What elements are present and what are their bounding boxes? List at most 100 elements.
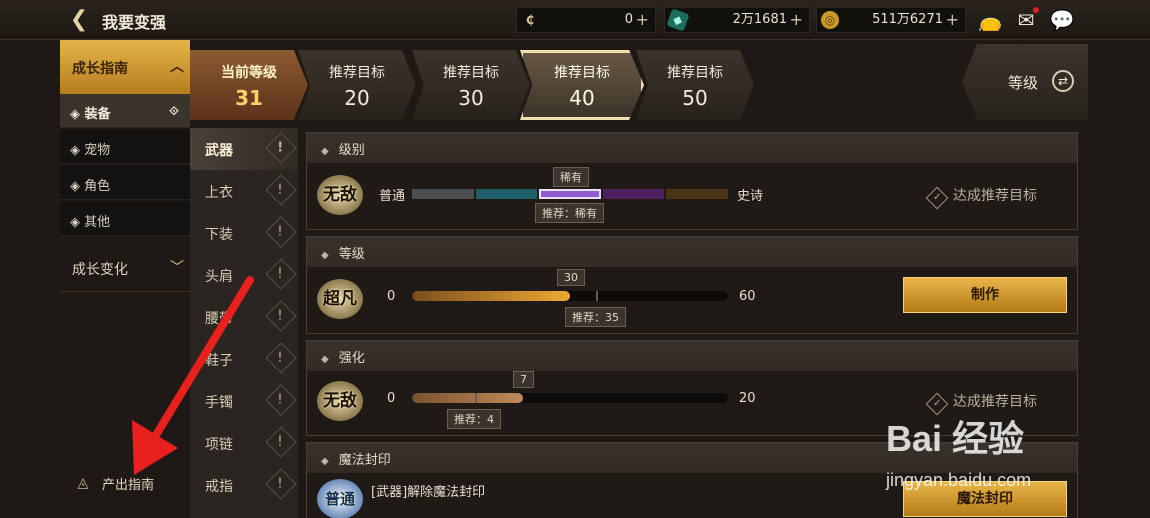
- sidebar-item-label: 其他: [84, 215, 111, 230]
- enhance-badge: 无敌: [317, 381, 363, 421]
- slot-label: 项链: [205, 437, 233, 453]
- source-guide-button[interactable]: ◬ 产出指南: [72, 470, 182, 496]
- sidebar-item-other[interactable]: ◈ 其他: [60, 202, 190, 236]
- enhance-recommend-tip: 推荐：4: [447, 409, 501, 429]
- sidebar-item-label: 装备: [84, 107, 111, 122]
- slot-shoes[interactable]: 鞋子 !: [190, 338, 298, 380]
- currency-coupon: ₵ 0 +: [516, 7, 656, 33]
- currency-value: 511万6271: [872, 12, 943, 27]
- slot-top[interactable]: 上衣 !: [190, 170, 298, 212]
- slot-label: 下装: [205, 227, 233, 243]
- card-title: ◆ 等级: [321, 247, 365, 262]
- card-title: ◆ 魔法封印: [321, 453, 391, 468]
- slot-label: 武器: [205, 143, 233, 159]
- slot-belt[interactable]: 腰带 !: [190, 296, 298, 338]
- rarity-current-tip: 稀有: [553, 167, 589, 187]
- level-progress-track: [412, 291, 728, 301]
- alert-icon: !: [265, 384, 297, 416]
- add-currency-button[interactable]: +: [790, 8, 803, 32]
- card-body: 无敌 普通 稀有 推荐：稀有 史诗 ✓ 达成推荐目标: [307, 163, 1077, 229]
- slot-label: 手镯: [205, 395, 233, 411]
- check-diamond-icon: ✓: [925, 186, 949, 210]
- card-title-text: 级别: [338, 143, 365, 158]
- alert-icon: !: [265, 216, 297, 248]
- sidebar-item-equipment[interactable]: ◈ 装备 ⟐: [60, 94, 190, 128]
- slot-weapon[interactable]: 武器 !: [190, 128, 298, 170]
- slot-ring[interactable]: 戒指 !: [190, 464, 298, 506]
- level-badge: 超凡: [317, 279, 363, 319]
- alert-icon: !: [265, 342, 297, 374]
- sidebar-item-pet[interactable]: ◈ 宠物: [60, 130, 190, 164]
- rarity-segment: [412, 189, 474, 199]
- craft-button[interactable]: 制作: [903, 277, 1067, 313]
- slot-label: 腰带: [205, 311, 233, 327]
- watermark-brand: Bai 经验: [886, 418, 1025, 459]
- add-currency-button[interactable]: +: [636, 8, 649, 32]
- goal-achieved-label: 达成推荐目标: [953, 188, 1037, 204]
- alert-icon: !: [265, 300, 297, 332]
- rarity-segment: [539, 189, 601, 199]
- alert-icon: !: [265, 426, 297, 458]
- level-recommend-marker: [596, 291, 599, 301]
- nav-group-growth-change[interactable]: 成长变化 ﹀: [60, 246, 190, 292]
- card-title: ◆ 强化: [321, 351, 365, 366]
- coupon-icon: ₵: [525, 13, 535, 27]
- tab-value: 40: [569, 86, 595, 110]
- equipment-slot-list: 武器 ! 上衣 ! 下装 ! 头肩 ! 腰带 ! 鞋子 ! 手镯 ! 项链 ! …: [190, 128, 298, 518]
- nav-group-growth-guide[interactable]: 成长指南 ︿: [60, 40, 190, 94]
- sidebar-item-label: 宠物: [84, 143, 111, 158]
- slot-label: 上衣: [205, 185, 233, 201]
- tab-value: 31: [235, 86, 263, 110]
- slot-shoulder[interactable]: 头肩 !: [190, 254, 298, 296]
- tab-label: 推荐目标: [329, 65, 385, 81]
- slot-bracelet[interactable]: 手镯 !: [190, 380, 298, 422]
- level-current-tip: 30: [557, 269, 585, 286]
- alert-icon: !: [265, 174, 297, 206]
- rarity-max-label: 史诗: [737, 189, 764, 204]
- enhance-progress-fill: [412, 393, 523, 403]
- currency-gem: ◆ 2万1681 +: [664, 7, 810, 33]
- enhance-progress-track: [412, 393, 728, 403]
- level-min-label: 0: [387, 289, 396, 304]
- alert-icon: !: [265, 132, 297, 164]
- sidebar-item-character[interactable]: ◈ 角色: [60, 166, 190, 200]
- rarity-segment: [666, 189, 728, 199]
- seal-description: [武器]解除魔法封印: [371, 485, 486, 500]
- level-recommend-tip: 推荐：35: [565, 307, 626, 327]
- slot-bottom[interactable]: 下装 !: [190, 212, 298, 254]
- bag-icon[interactable]: 👝: [976, 6, 1004, 34]
- swap-icon: ⇄: [1052, 70, 1074, 92]
- card-title-text: 强化: [338, 351, 365, 366]
- tab-label: 推荐目标: [443, 65, 499, 81]
- slot-label: 头肩: [205, 269, 233, 285]
- currency-value: 2万1681: [732, 12, 787, 27]
- top-bar: ❮ 我要变强 ₵ 0 + ◆ 2万1681 + ◎ 511万6271 + 👝 ✉…: [0, 0, 1150, 40]
- rarity-min-label: 普通: [379, 189, 406, 204]
- tab-label: 当前等级: [221, 65, 277, 81]
- enhance-max-label: 20: [739, 391, 756, 406]
- rarity-card: ◆ 级别 无敌 普通 稀有 推荐：稀有 史诗 ✓ 达成推荐目标: [306, 132, 1078, 230]
- page-title: 我要变强: [102, 13, 167, 32]
- tab-target-30[interactable]: 推荐目标 30: [412, 50, 530, 120]
- slot-necklace[interactable]: 项链 !: [190, 422, 298, 464]
- tab-value: 20: [344, 86, 370, 110]
- add-currency-button[interactable]: +: [946, 8, 959, 32]
- alert-icon: !: [265, 258, 297, 290]
- tab-target-20[interactable]: 推荐目标 20: [298, 50, 416, 120]
- notification-dot: [1033, 7, 1039, 13]
- tab-target-40[interactable]: 推荐目标 40: [520, 50, 644, 120]
- tab-target-50[interactable]: 推荐目标 50: [636, 50, 754, 120]
- tab-current-level: 当前等级 31: [190, 50, 308, 120]
- slot-label: 戒指: [205, 479, 233, 495]
- goal-achieved-status: ✓ 达成推荐目标: [925, 185, 1037, 210]
- gem-icon: ◆: [666, 8, 690, 32]
- level-sort-button[interactable]: 等级 ⇄: [962, 44, 1088, 120]
- back-arrow-icon[interactable]: ❮: [64, 6, 94, 34]
- rarity-bar: [412, 189, 730, 199]
- seal-badge: 普通: [317, 479, 363, 518]
- card-body: 超凡 0 30 推荐：35 60 制作: [307, 267, 1077, 333]
- target-tabs: 当前等级 31 推荐目标 20 推荐目标 30 推荐目标 40 推荐目标 50: [190, 44, 960, 126]
- level-progress-fill: [412, 291, 570, 301]
- chat-icon[interactable]: 💬: [1048, 6, 1076, 34]
- nav-group-label: 成长变化: [72, 262, 128, 278]
